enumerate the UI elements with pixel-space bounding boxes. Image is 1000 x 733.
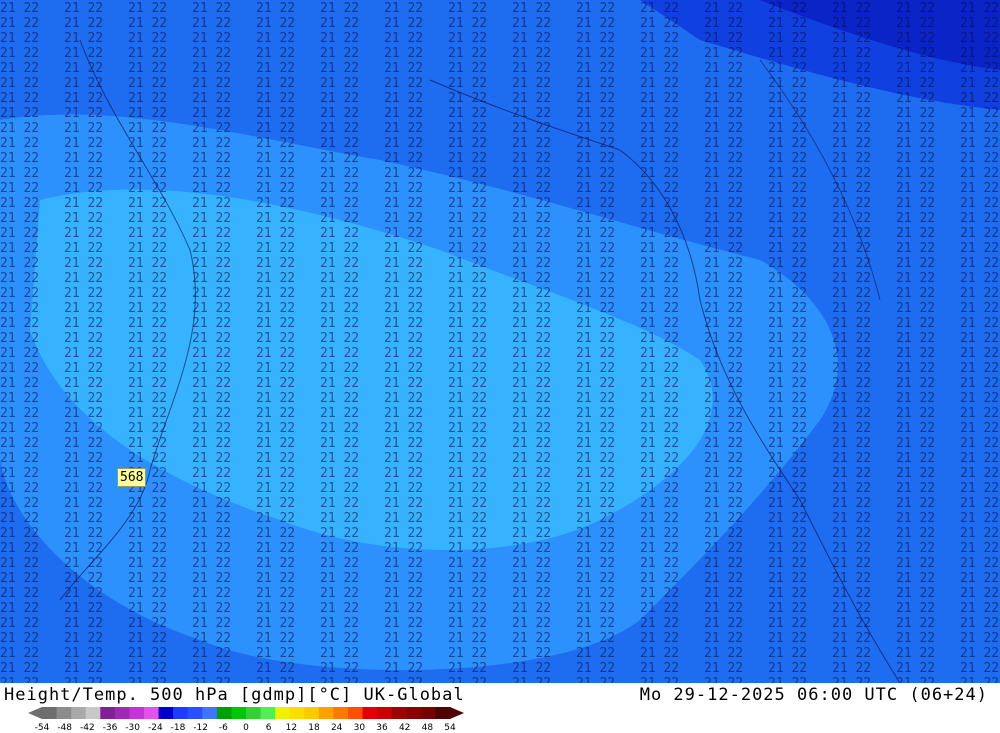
- colorbar-swatch: [377, 707, 393, 719]
- colorbar-swatch: [391, 707, 407, 719]
- colorbar-swatch: [362, 707, 378, 719]
- colorbar-tick-label: -12: [193, 723, 208, 731]
- map-canvas: 21 22: [0, 0, 1000, 683]
- colorbar-swatch: [173, 707, 189, 719]
- colorbar-tick-label: 54: [444, 723, 456, 731]
- colorbar: -54 -48 -42 -36 -30 -24 -18 -12 -6 0 6 12 18 24 30 36 42…: [28, 707, 464, 731]
- colorbar-tick-label: -30: [125, 723, 140, 731]
- colorbar-tick-label: -24: [148, 723, 163, 731]
- weather-map: 21 22 568: [0, 0, 1000, 683]
- colorbar-swatch: [260, 707, 276, 719]
- colorbar-tick-label: 12: [286, 723, 297, 731]
- colorbar-tick-label: -36: [103, 723, 118, 731]
- colorbar-swatch: [435, 707, 451, 719]
- colorbar-tick-label: 18: [308, 723, 320, 731]
- colorbar-tick-label: 48: [422, 723, 434, 731]
- colorbar-arrow-left: [28, 707, 42, 719]
- colorbar-swatch: [420, 707, 436, 719]
- colorbar-swatch: [289, 707, 305, 719]
- colorbar-tick-label: -48: [57, 723, 72, 731]
- map-title: Height/Temp. 500 hPa [gdmp][°C] UK-Globa…: [4, 685, 465, 705]
- colorbar-tick-label: 0: [243, 723, 249, 731]
- colorbar-swatch: [71, 707, 87, 719]
- colorbar-tick-label: -42: [80, 723, 95, 731]
- colorbar-swatch: [42, 707, 58, 719]
- colorbar-swatch: [348, 707, 364, 719]
- colorbar-tick-label: -18: [171, 723, 186, 731]
- colorbar-tick-label: -54: [35, 723, 50, 731]
- colorbar-swatch: [333, 707, 349, 719]
- colorbar-tick-label: 24: [331, 723, 343, 731]
- colorbar-swatch: [85, 707, 101, 719]
- colorbar-arrow-right: [450, 707, 464, 719]
- colorbar-swatch: [187, 707, 203, 719]
- colorbar-tick-label: -6: [219, 723, 228, 731]
- colorbar-tick-label: 36: [376, 723, 388, 731]
- colorbar-swatch: [231, 707, 247, 719]
- colorbar-swatch: [406, 707, 422, 719]
- map-timestamp: Mo 29-12-2025 06:00 UTC (06+24): [639, 685, 988, 705]
- colorbar-swatch: [144, 707, 160, 719]
- colorbar-swatch: [100, 707, 116, 719]
- colorbar-tick-label: 30: [354, 723, 366, 731]
- colorbar-swatch: [318, 707, 334, 719]
- colorbar-swatch: [216, 707, 232, 719]
- colorbar-swatch: [246, 707, 262, 719]
- colorbar-swatch: [275, 707, 291, 719]
- footer: Height/Temp. 500 hPa [gdmp][°C] UK-Globa…: [0, 683, 1000, 733]
- colorbar-swatch: [56, 707, 72, 719]
- colorbar-swatch: [114, 707, 130, 719]
- colorbar-tick-label: 42: [399, 723, 410, 731]
- colorbar-swatch: [202, 707, 218, 719]
- colorbar-swatch: [129, 707, 145, 719]
- contour-label-layer: [0, 0, 1000, 683]
- colorbar-swatch: [158, 707, 174, 719]
- station-label: 568: [117, 468, 147, 487]
- colorbar-tick-label: 6: [266, 723, 272, 731]
- colorbar-swatch: [304, 707, 320, 719]
